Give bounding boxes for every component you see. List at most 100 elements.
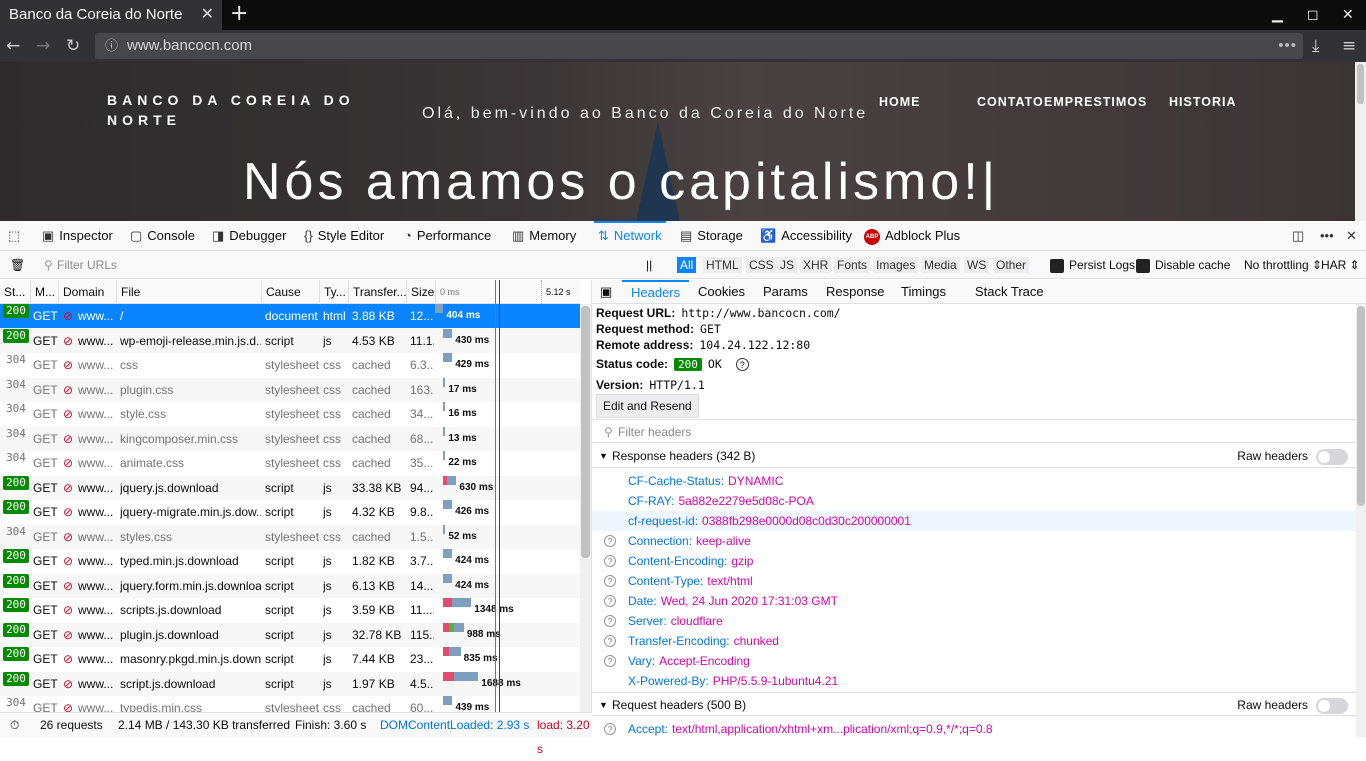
tab-cookies[interactable]: Cookies [698, 280, 745, 304]
help-icon[interactable]: ? [735, 358, 749, 372]
toggle-sidebar-icon[interactable]: ▣ [600, 280, 612, 304]
col-size[interactable]: Size [406, 280, 434, 304]
table-row[interactable]: 200 GET www.... plugin.js.download script js 3… [0, 622, 580, 647]
col-domain[interactable]: Domain [58, 280, 104, 304]
tab-headers[interactable]: Headers [622, 280, 690, 304]
filter-media[interactable]: Media [921, 257, 960, 273]
dock-icon[interactable]: ◫ [1292, 221, 1309, 251]
close-devtools-icon[interactable]: ✕ [1346, 221, 1362, 251]
col-status[interactable]: St... [0, 280, 25, 304]
table-row[interactable]: 304 GET www.... kingcomposer.min.css stylesh… [0, 426, 580, 451]
filter-html[interactable]: HTML [703, 257, 742, 273]
tab-response[interactable]: Response [826, 280, 885, 304]
menu-home[interactable]: HOME [879, 95, 921, 109]
filter-images[interactable]: Images [873, 257, 919, 273]
request-list-scrollbar[interactable] [580, 304, 591, 712]
tab-console[interactable]: ▢ Console [130, 221, 195, 251]
header-row[interactable]: ? Content-Type: text/html [592, 571, 1356, 591]
table-row[interactable]: 200 GET www.... script.js.download script js 1… [0, 671, 580, 696]
col-cause[interactable]: Cause [261, 280, 301, 304]
table-row[interactable]: 200 GET www.... jquery.form.min.js.download… [0, 573, 580, 598]
new-tab-icon[interactable]: + [230, 0, 248, 28]
table-row[interactable]: 304 GET www.... typedis.min.css stylesheet cs… [0, 696, 580, 712]
header-row[interactable]: ? Server: cloudflare [592, 611, 1356, 631]
menu-emprestimos[interactable]: EMPRESTIMOS [1044, 95, 1147, 109]
har-menu[interactable]: HAR ⇕ [1321, 251, 1360, 279]
raw-headers-toggle[interactable] [1316, 698, 1348, 714]
header-row[interactable]: X-Powered-By: PHP/5.5.9-1ubuntu4.21 [592, 671, 1356, 691]
filter-css[interactable]: CSS [746, 257, 777, 273]
details-scrollbar[interactable] [1356, 304, 1366, 737]
header-row[interactable]: ? Content-Encoding: gzip [592, 551, 1356, 571]
help-icon[interactable]: ? [604, 595, 616, 607]
back-icon[interactable]: ← [6, 30, 20, 62]
header-row[interactable]: ? Connection: keep-alive [592, 531, 1356, 551]
menu-icon[interactable]: ≡ [1342, 30, 1356, 62]
header-row[interactable]: CF-RAY: 5a882e2279e5d08c-POA [592, 491, 1356, 511]
tab-params[interactable]: Params [763, 280, 808, 304]
help-icon[interactable]: ? [604, 535, 616, 547]
table-row[interactable]: 200 GET www.... wp-emoji-release.min.js.d..… [0, 328, 580, 353]
table-row[interactable]: 200 GET www.... jquery-migrate.min.js.dow..… [0, 500, 580, 524]
table-row[interactable]: 304 GET www.... css stylesheet css cached 6.3..… [0, 353, 580, 377]
tab-stack-trace[interactable]: Stack Trace [975, 280, 1044, 304]
menu-contato[interactable]: CONTATO [977, 95, 1044, 109]
col-transferred[interactable]: Transfer... [348, 280, 407, 304]
request-headers-section[interactable]: ▼ Request headers (500 B) Raw headers [592, 692, 1356, 716]
disable-cache-checkbox[interactable]: Disable cache [1136, 251, 1230, 279]
filter-xhr[interactable]: XHR [800, 257, 832, 273]
filter-all[interactable]: All [677, 257, 697, 273]
filter-headers-input[interactable]: ⚲ Filter headers [592, 419, 1356, 443]
table-row[interactable]: 304 GET www.... animate.css stylesheet css cac… [0, 451, 580, 475]
tab-performance[interactable]: ◔ Performance [404, 221, 491, 251]
header-row[interactable]: ? Transfer-Encoding: chunked [592, 631, 1356, 651]
col-method[interactable]: M... [30, 280, 55, 304]
help-icon[interactable]: ? [604, 615, 616, 627]
persist-logs-checkbox[interactable]: Persist Logs [1050, 251, 1135, 279]
tab-accessibility[interactable]: ♿ Accessibility [760, 221, 852, 251]
forward-icon[interactable]: → [36, 30, 50, 62]
table-row[interactable]: 200 GET www.... scripts.js.download script js… [0, 598, 580, 622]
url-bar[interactable]: ⓘ www.bancocn.com ••• [95, 33, 1303, 59]
tab-timings[interactable]: Timings [901, 280, 946, 304]
close-tab-icon[interactable]: ✕ [201, 0, 214, 30]
more-options-icon[interactable]: ••• [1320, 221, 1339, 251]
info-icon[interactable]: ⓘ [105, 33, 118, 59]
tab-memory[interactable]: ▥ Memory [512, 221, 576, 251]
table-row[interactable]: 304 GET www.... style.css stylesheet css cache… [0, 402, 580, 426]
raw-headers-toggle[interactable] [1316, 449, 1348, 465]
header-row[interactable]: CF-Cache-Status: DYNAMIC [592, 471, 1356, 491]
response-headers-section[interactable]: ▼ Response headers (342 B) Raw headers [592, 444, 1356, 468]
tab-debugger[interactable]: ◨ Debugger [212, 221, 286, 251]
page-actions-icon[interactable]: ••• [1278, 33, 1297, 59]
pause-icon[interactable]: || [646, 251, 652, 279]
close-window-icon[interactable]: ✕ [1342, 0, 1354, 30]
tab-adblock-plus[interactable]: ABP Adblock Plus [864, 221, 960, 251]
filter-urls-input[interactable]: Filter URLs [57, 251, 117, 279]
filter-other[interactable]: Other [993, 257, 1030, 273]
tab-network[interactable]: ⇅ Network [594, 221, 666, 251]
maximize-icon[interactable]: ◻ [1307, 0, 1319, 30]
header-row[interactable]: ? Accept: text/html,application/xhtml+xm..… [592, 719, 1356, 739]
help-icon[interactable]: ? [604, 555, 616, 567]
tab-storage[interactable]: ▤ Storage [680, 221, 743, 251]
reload-icon[interactable]: ↻ [66, 30, 80, 62]
table-row[interactable]: 200 GET www.... typed.min.js.download script… [0, 549, 580, 573]
minimize-icon[interactable]: ▁ [1272, 0, 1283, 30]
table-row[interactable]: 200 GET www.... masonry.pkgd.min.js.downl..… [0, 647, 580, 671]
header-row[interactable]: ? Vary: Accept-Encoding [592, 651, 1356, 671]
table-row[interactable]: 304 GET www.... styles.css stylesheet css cach… [0, 524, 580, 549]
tab-style-editor[interactable]: {} Style Editor [304, 221, 384, 251]
col-type[interactable]: Ty... [319, 280, 346, 304]
page-scrollbar[interactable] [1355, 62, 1366, 221]
help-icon[interactable]: ? [604, 575, 616, 587]
filter-ws[interactable]: WS [964, 257, 990, 273]
trash-icon[interactable]: 🗑 [10, 251, 25, 279]
menu-historia[interactable]: HISTORIA [1169, 95, 1237, 109]
pick-element-icon[interactable]: ⬚ [8, 221, 25, 251]
site-logo[interactable]: BANCO DA COREIA DO NORTE [107, 90, 357, 130]
table-row[interactable]: 200 GET www.... jquery.js.download script js 3… [0, 475, 580, 500]
header-row[interactable]: cf-request-id: 0388fb298e0000d08c0d30c200… [592, 511, 1356, 531]
table-row[interactable]: 304 GET www.... plugin.css stylesheet css cach… [0, 377, 580, 402]
browser-tab[interactable]: Banco da Coreia do Norte ✕ [0, 0, 222, 30]
